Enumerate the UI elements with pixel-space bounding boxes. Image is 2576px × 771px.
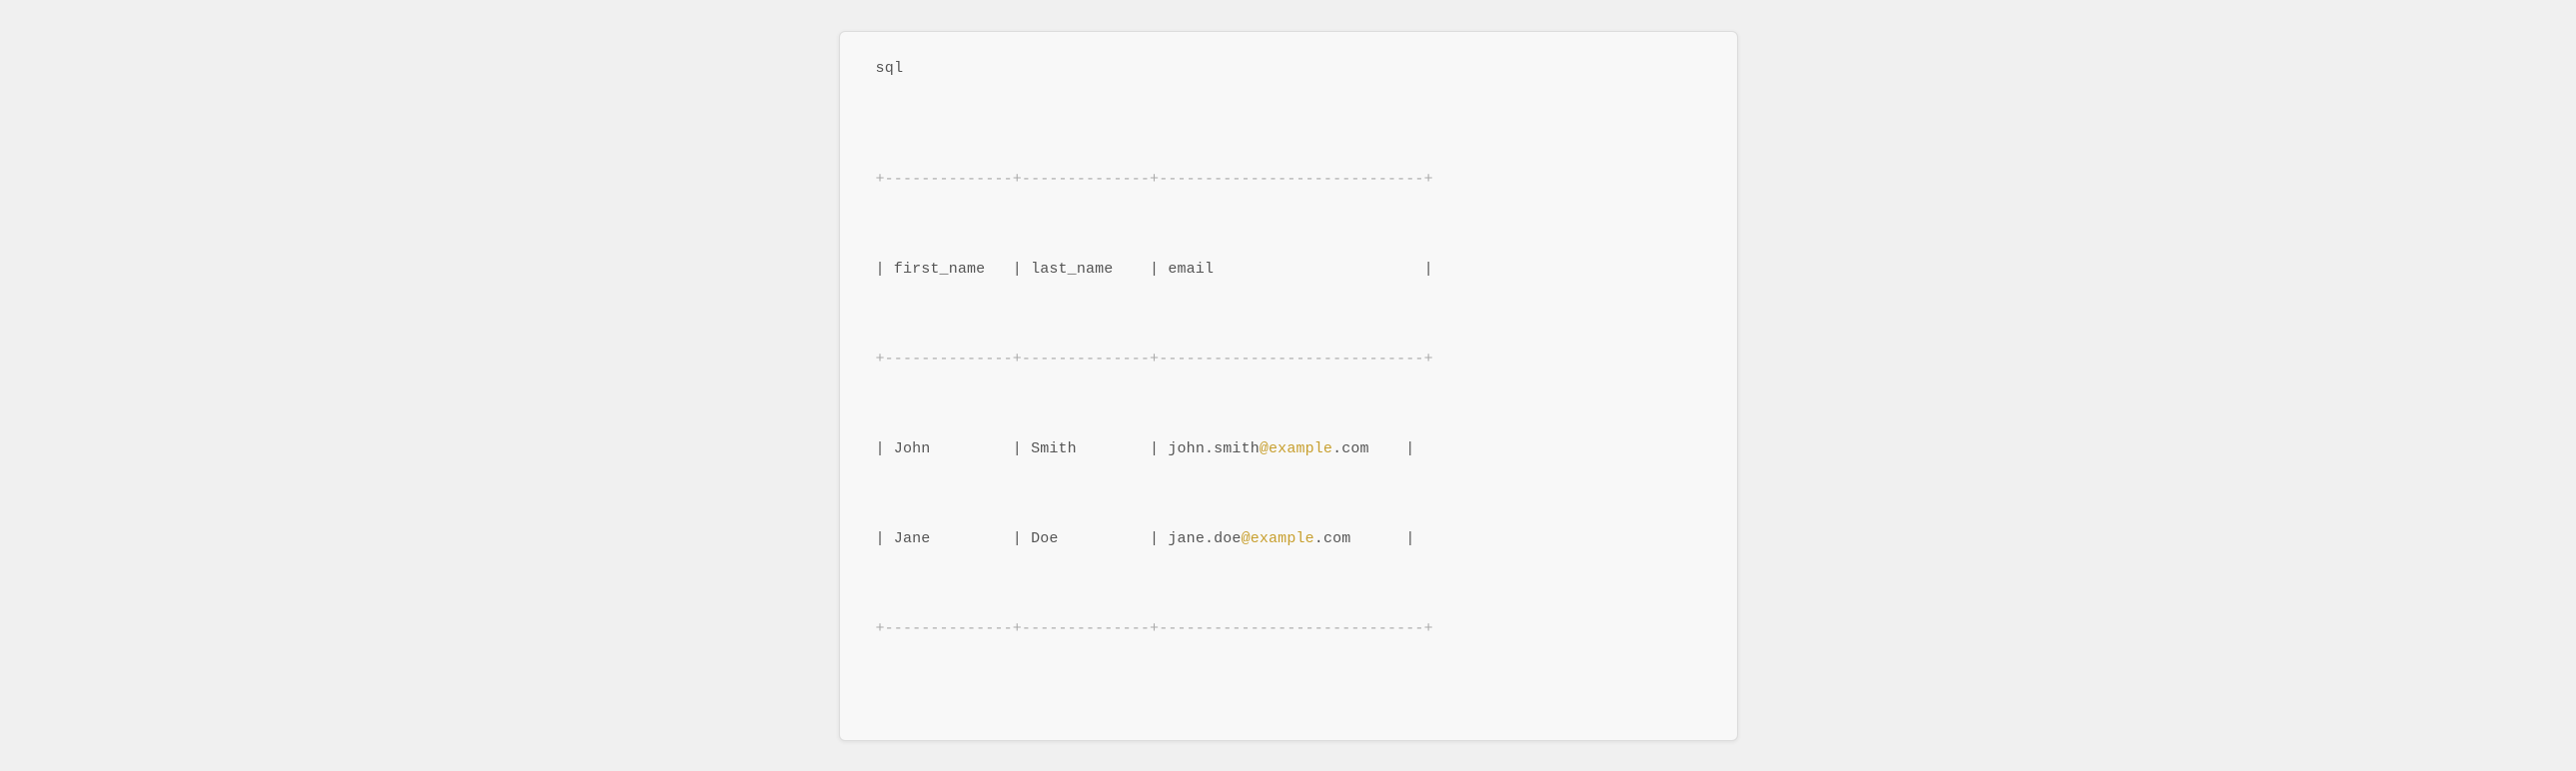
- email-after-1: .com: [1332, 440, 1369, 457]
- prompt-label: sql: [876, 60, 1701, 77]
- email-before-1: john.smith: [1168, 440, 1260, 457]
- email-after-2: .com: [1314, 530, 1351, 547]
- terminal-container: sql +--------------+--------------+-----…: [839, 31, 1738, 741]
- table-row: | Jane | Doe | jane.doe@example.com |: [876, 524, 1701, 554]
- table-row: | John | Smith | john.smith@example.com …: [876, 434, 1701, 464]
- email-at-2: @example: [1242, 530, 1314, 547]
- email-before-2: jane.doe: [1168, 530, 1241, 547]
- sql-table: +--------------+--------------+---------…: [876, 105, 1701, 704]
- separator-middle: +--------------+--------------+---------…: [876, 345, 1701, 375]
- separator-bottom: +--------------+--------------+---------…: [876, 614, 1701, 644]
- email-at-1: @example: [1260, 440, 1332, 457]
- separator-top: +--------------+--------------+---------…: [876, 165, 1701, 195]
- table-header: | first_name | last_name | email |: [876, 255, 1701, 285]
